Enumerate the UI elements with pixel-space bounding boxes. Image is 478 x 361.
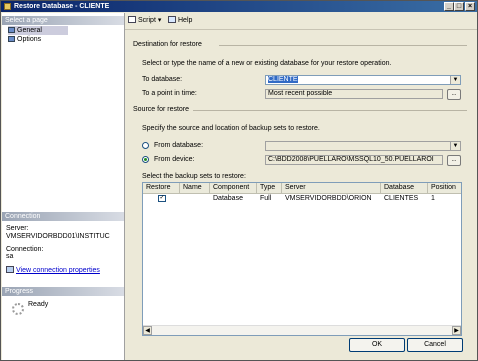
window-title: Restore Database - CLIENTE: [14, 3, 110, 10]
link-text: View connection properties: [16, 267, 100, 274]
from-device-label: From device:: [154, 156, 195, 163]
main-panel: Script ▾ Help Destination for restore Se…: [125, 13, 477, 360]
ok-button[interactable]: OK: [349, 338, 405, 352]
help-button[interactable]: Help: [168, 16, 192, 25]
help-label: Help: [178, 17, 193, 24]
row-server: VMSERVIDORBDD\ORION: [285, 195, 372, 202]
column-header-name[interactable]: Name: [180, 183, 210, 193]
column-header-database[interactable]: Database: [381, 183, 428, 193]
connection-header: Connection: [2, 212, 124, 221]
script-button[interactable]: Script ▾: [128, 16, 161, 25]
point-in-time-field: Most recent possible: [265, 89, 443, 99]
page-icon: [8, 27, 15, 33]
to-database-label: To database:: [142, 76, 183, 83]
from-device-field[interactable]: C:\BDD2008\PUELLARO\MSSQL10_50.PUELLAROI: [265, 155, 443, 165]
restore-checkbox[interactable]: ✓: [158, 195, 166, 202]
column-header-type[interactable]: Type: [257, 183, 282, 193]
title-bar: Restore Database - CLIENTE _ □ ×: [1, 1, 477, 12]
row-database: CLIENTES: [384, 195, 419, 202]
section-divider: [193, 110, 467, 111]
database-icon: [4, 3, 11, 10]
row-name: [180, 194, 210, 203]
column-header-restore[interactable]: Restore: [143, 183, 180, 193]
restore-database-window: Restore Database - CLIENTE _ □ × Select …: [0, 0, 478, 361]
from-device-browse-button[interactable]: ...: [447, 155, 461, 166]
to-database-combo[interactable]: CLIENTE ▼: [265, 75, 461, 85]
section-divider: [219, 45, 467, 46]
cancel-button[interactable]: Cancel: [407, 338, 463, 352]
destination-section-title: Destination for restore: [133, 41, 202, 48]
column-header-component[interactable]: Component: [210, 183, 257, 193]
sidebar-item-label: Options: [17, 36, 42, 43]
sidebar-item-options[interactable]: Options: [8, 35, 41, 44]
progress-status: Ready: [28, 301, 49, 308]
close-button[interactable]: ×: [465, 2, 475, 11]
progress-spinner-icon: [12, 303, 24, 315]
row-position: 1: [431, 195, 435, 202]
chevron-down-icon[interactable]: ▼: [450, 76, 460, 84]
destination-description: Select or type the name of a new or exis…: [142, 60, 392, 67]
connection-value: sa: [6, 253, 14, 260]
from-device-radio[interactable]: [142, 156, 149, 163]
from-database-radio[interactable]: [142, 142, 149, 149]
from-database-combo: ▼: [265, 141, 461, 151]
toolbar: Script ▾ Help: [125, 13, 477, 30]
script-icon: [128, 16, 136, 23]
chevron-down-icon: ▼: [450, 142, 460, 150]
sidebar: Select a page General Options Connection…: [2, 13, 125, 360]
backup-sets-grid[interactable]: Restore Name Component Type Server Datab…: [142, 182, 462, 336]
horizontal-scrollbar[interactable]: ◀ ▶: [143, 325, 461, 335]
from-database-label: From database:: [154, 142, 204, 149]
row-type: Full: [260, 195, 272, 202]
scroll-left-icon[interactable]: ◀: [143, 326, 152, 335]
column-header-position[interactable]: Position: [428, 183, 461, 193]
point-in-time-label: To a point in time:: [142, 90, 197, 97]
row-component: Database: [213, 195, 243, 202]
server-value: VMSERVIDORBDD01\INSTITUC: [6, 233, 110, 240]
minimize-button[interactable]: _: [444, 2, 454, 11]
server-label: Server:: [6, 225, 29, 232]
sidebar-item-general[interactable]: General: [8, 26, 68, 35]
progress-header: Progress: [2, 287, 124, 296]
maximize-button[interactable]: □: [454, 2, 464, 11]
help-icon: [168, 16, 176, 23]
select-page-header: Select a page: [2, 16, 124, 25]
page-icon: [8, 36, 15, 42]
scroll-right-icon[interactable]: ▶: [452, 326, 461, 335]
point-in-time-browse-button[interactable]: ...: [447, 89, 461, 100]
source-section-title: Source for restore: [133, 106, 190, 113]
to-database-value: CLIENTE: [268, 76, 298, 83]
view-connection-properties-link[interactable]: View connection properties: [6, 266, 100, 275]
grid-header: Restore Name Component Type Server Datab…: [143, 183, 461, 194]
properties-icon: [6, 266, 14, 273]
column-header-server[interactable]: Server: [282, 183, 381, 193]
backup-sets-label: Select the backup sets to restore:: [142, 173, 246, 180]
source-description: Specify the source and location of backu…: [142, 125, 320, 132]
sidebar-item-label: General: [17, 27, 42, 34]
script-label: Script: [138, 17, 156, 24]
